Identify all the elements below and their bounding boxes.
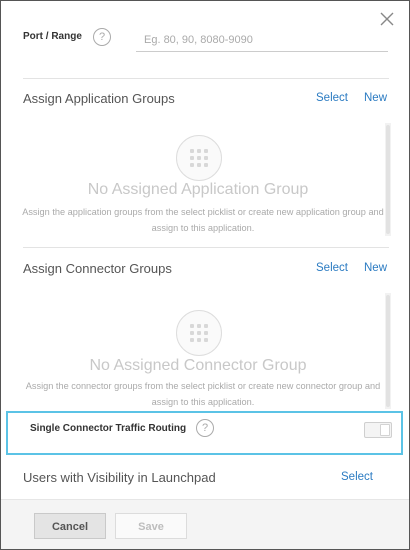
connector-groups-new-link[interactable]: New	[364, 262, 387, 274]
dialog: Port / Range ? Assign Application Groups…	[0, 0, 410, 550]
dialog-footer: Cancel Save	[1, 499, 409, 549]
close-icon[interactable]	[379, 11, 395, 27]
launchpad-select-link[interactable]: Select	[341, 471, 373, 483]
port-range-row: Port / Range ?	[23, 28, 389, 54]
app-groups-new-link[interactable]: New	[364, 92, 387, 104]
connector-groups-empty-desc: Assign the connector groups from the sel…	[25, 381, 381, 407]
routing-row: Single Connector Traffic Routing ?	[6, 411, 403, 455]
app-groups-empty-title: No Assigned Application Group	[87, 181, 309, 198]
help-icon[interactable]: ?	[93, 28, 111, 46]
apps-grid-icon	[176, 310, 222, 356]
cancel-button[interactable]: Cancel	[34, 513, 106, 539]
routing-toggle[interactable]	[364, 422, 392, 438]
port-range-input[interactable]	[136, 28, 388, 52]
toggle-knob	[380, 424, 390, 436]
app-groups-select-link[interactable]: Select	[316, 92, 348, 104]
connector-groups-title: Assign Connector Groups	[23, 261, 172, 276]
connector-groups-empty-title: No Assigned Connector Group	[89, 357, 307, 374]
port-range-label: Port / Range	[23, 31, 82, 42]
help-icon[interactable]: ?	[196, 419, 214, 437]
apps-grid-icon	[176, 135, 222, 181]
app-groups-empty-desc: Assign the application groups from the s…	[22, 207, 384, 233]
divider	[23, 247, 389, 248]
launchpad-title: Users with Visibility in Launchpad	[23, 470, 216, 485]
connector-groups-select-link[interactable]: Select	[316, 262, 348, 274]
save-button[interactable]: Save	[115, 513, 187, 539]
app-groups-title: Assign Application Groups	[23, 91, 175, 106]
routing-label: Single Connector Traffic Routing	[30, 423, 187, 434]
divider	[23, 78, 389, 79]
